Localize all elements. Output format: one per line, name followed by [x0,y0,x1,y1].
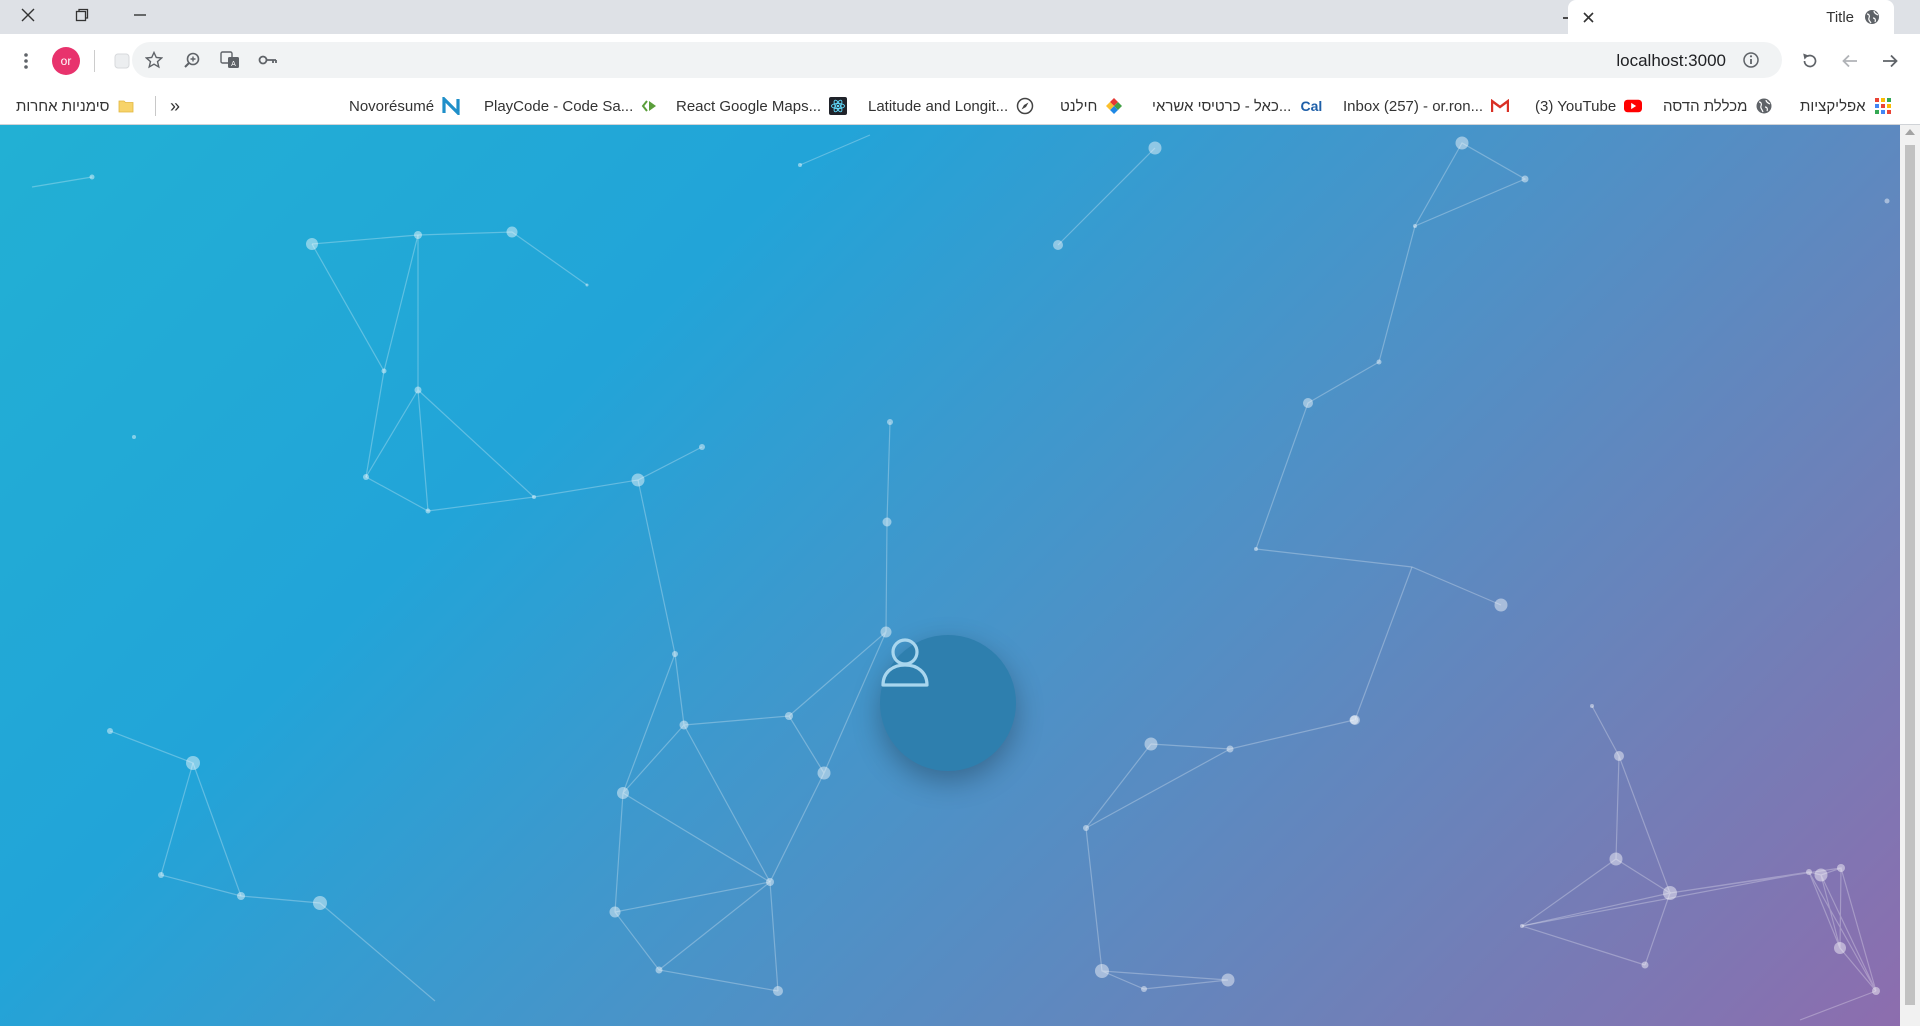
gmail-icon [1491,97,1510,115]
youtube-icon [1624,97,1643,115]
address-bar[interactable]: A localhost:3000 [132,42,1782,78]
url-text: localhost:3000 [1616,51,1726,70]
bookmark-react-google-maps[interactable]: React Google Maps... [676,88,848,124]
bookmarks-overflow-button[interactable]: » [170,88,180,124]
other-bookmarks-label: סימניות אחרות [16,97,110,115]
key-icon[interactable] [254,46,282,74]
particle-network-background [31,134,1890,1021]
bookmark-label: React Google Maps... [676,97,822,115]
folder-icon [117,97,135,115]
scroll-up-arrow-icon[interactable] [1905,129,1915,135]
react-icon [829,97,848,115]
tab-strip: Title [0,0,1920,34]
forward-arrow-icon[interactable] [1876,47,1904,75]
bookmark-label: (3) YouTube [1535,97,1617,115]
translate-icon[interactable]: A [216,46,244,74]
novoresume-icon [442,97,460,115]
other-bookmarks[interactable]: סימניות אחרות [16,88,135,124]
bookmark-label: אפליקציות [1800,97,1866,115]
bookmark-label: PlayCode - Code Sa... [484,97,634,115]
page-scrollbar[interactable] [1900,125,1920,1026]
bookmark-novoresume[interactable]: Novorésumé [349,88,460,124]
hilnet-icon [1105,97,1123,115]
bookmark-label: חילנט [1060,97,1098,115]
close-tab-icon[interactable] [1580,9,1596,25]
bookmarks-bar: סימניות אחרות » Novorésumé PlayCode - Co… [0,88,1920,125]
bookmark-youtube[interactable]: (3) YouTube [1535,88,1643,124]
playcode-icon [641,97,659,115]
svg-text:A: A [231,61,236,68]
bookmark-latitude-longitude[interactable]: Latitude and Longit... [868,88,1034,124]
menu-kebab-icon[interactable] [12,47,40,75]
compass-icon [1016,97,1034,115]
cal-icon: Cal [1300,98,1323,114]
zoom-icon[interactable] [178,46,206,74]
bookmark-hadassah-college[interactable]: מכללת הדסה [1663,88,1773,124]
bookmark-label: מכללת הדסה [1663,97,1748,115]
bookmark-star-icon[interactable] [140,46,168,74]
scrollbar-thumb[interactable] [1905,145,1915,1005]
globe-icon [1864,9,1880,25]
bookmark-label: כאל - כרטיסי אשראי... [1152,97,1292,115]
globe-icon [1755,97,1773,115]
reload-icon[interactable] [1796,47,1824,75]
profile-avatar[interactable]: or [52,47,80,75]
apps-grid-icon [1874,97,1892,115]
browser-toolbar: or ABP A localhost:3000 [0,34,1920,88]
close-window-icon[interactable] [6,0,50,30]
tab-title: Title [1826,8,1854,26]
bookmark-label: Latitude and Longit... [868,97,1009,115]
tab-active[interactable]: Title [1568,0,1894,34]
bookmark-apps[interactable]: אפליקציות [1800,88,1892,124]
bookmark-label: Novorésumé [349,97,435,115]
bookmarks-divider [155,96,156,116]
bookmark-playcode[interactable]: PlayCode - Code Sa... [484,88,659,124]
bookmark-gmail-inbox[interactable]: Inbox (257) - or.ron... [1343,88,1510,124]
bookmark-cal[interactable]: כאל - כרטיסי אשראי... Cal [1152,88,1323,124]
back-arrow-icon[interactable] [1836,47,1864,75]
bookmark-hilnet[interactable]: חילנט [1060,88,1123,124]
page-content [0,125,1900,1026]
site-info-icon[interactable] [1742,51,1760,69]
toolbar-divider [94,50,95,72]
browser-window: Title or ABP [0,0,1920,1026]
bookmark-label: Inbox (257) - or.ron... [1343,97,1484,115]
restore-window-icon[interactable] [60,0,104,30]
minimize-window-icon[interactable] [118,0,162,30]
login-avatar-button[interactable] [880,635,1016,771]
